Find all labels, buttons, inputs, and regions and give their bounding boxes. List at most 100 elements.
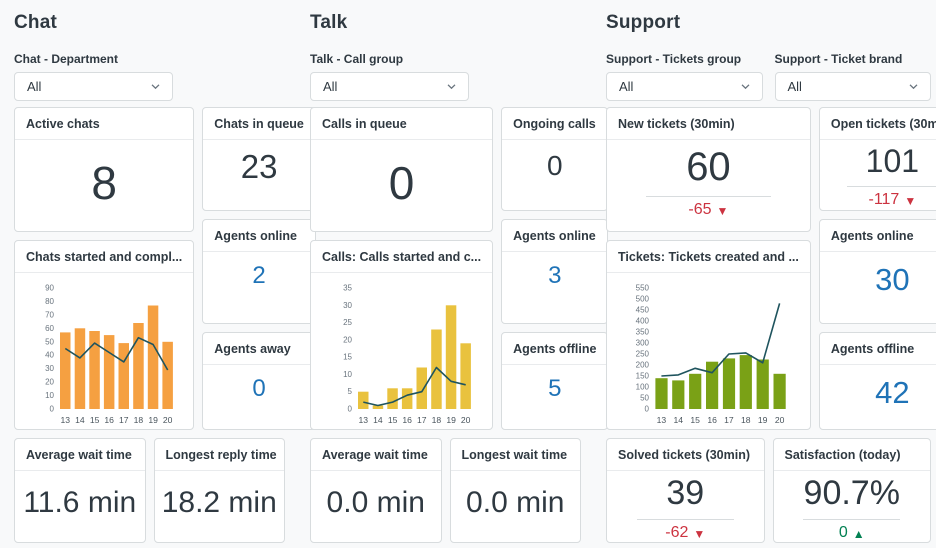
talk-longest-wait-value: 0.0 min: [466, 486, 565, 519]
trend-down-icon: ▼: [693, 526, 706, 541]
svg-text:14: 14: [373, 415, 383, 425]
chat-agents-away-value: 0: [252, 375, 266, 402]
delta-divider: [803, 519, 901, 521]
chat-department-dropdown[interactable]: All: [14, 72, 173, 101]
new-tickets-card: New tickets (30min) 60 -65 ▼: [606, 107, 811, 232]
satisfaction-delta-value: 0: [838, 524, 848, 542]
talk-call-group-filter: Talk - Call group All: [310, 52, 469, 101]
tickets-created-solved-chart: 0 50 100 150 200 250 300 350 400 450 500 550 13 14 15 1…: [636, 284, 787, 425]
svg-text:10: 10: [45, 391, 54, 400]
support-ticket-brand-filter-label: Support - Ticket brand: [774, 52, 903, 66]
talk-average-wait-card: Average wait time 0.0 min: [310, 438, 442, 543]
chat-longest-reply-card: Longest reply time 18.2 min: [153, 438, 285, 543]
svg-text:100: 100: [636, 383, 650, 392]
svg-text:14: 14: [674, 415, 684, 425]
svg-text:80: 80: [45, 297, 54, 306]
support-agents-online-card: Agents online 30: [818, 219, 936, 324]
svg-text:200: 200: [636, 361, 650, 370]
svg-text:15: 15: [691, 415, 701, 425]
svg-text:19: 19: [148, 415, 158, 425]
support-agents-offline-card: Agents offline 42: [818, 332, 936, 430]
svg-text:25: 25: [343, 318, 352, 327]
svg-text:17: 17: [725, 415, 735, 425]
new-tickets-value: 60: [686, 145, 731, 189]
chat-agents-online-value: 2: [252, 262, 266, 289]
support-tickets-group-dropdown[interactable]: All: [606, 72, 763, 101]
solved-tickets-title: Solved tickets (30min): [607, 439, 764, 471]
svg-text:400: 400: [636, 317, 650, 326]
new-tickets-title: New tickets (30min): [607, 108, 810, 140]
support-agents-offline-title: Agents offline: [819, 333, 936, 365]
calls-in-queue-title: Calls in queue: [311, 108, 493, 140]
svg-text:18: 18: [431, 415, 441, 425]
support-tickets-group-filter-label: Support - Tickets group: [606, 52, 742, 66]
chats-in-queue-title: Chats in queue: [203, 108, 315, 140]
trend-down-icon: ▼: [716, 203, 729, 218]
svg-text:18: 18: [741, 415, 751, 425]
svg-text:17: 17: [417, 415, 427, 425]
trend-down-icon: ▼: [904, 193, 917, 208]
chat-agents-away-title: Agents away: [203, 333, 315, 365]
svg-text:20: 20: [45, 378, 54, 387]
svg-text:50: 50: [45, 337, 54, 346]
ongoing-calls-card: Ongoing calls 0: [501, 107, 609, 211]
talk-call-group-filter-label: Talk - Call group: [310, 52, 404, 66]
svg-text:40: 40: [45, 351, 54, 360]
chevron-down-icon: [447, 84, 456, 90]
talk-section-title: Talk: [310, 12, 348, 33]
svg-text:16: 16: [402, 415, 412, 425]
chat-agents-online-card: Agents online 2: [202, 219, 316, 324]
section-chat: Chat Chat - Department All Active chats …: [14, 12, 316, 543]
active-chats-title: Active chats: [15, 108, 194, 140]
satisfaction-card: Satisfaction (today) 90.7% 0 ▲: [772, 438, 931, 543]
support-section-title: Support: [606, 12, 681, 33]
svg-text:13: 13: [358, 415, 368, 425]
chat-longest-reply-value: 18.2 min: [161, 486, 277, 519]
talk-call-group-dropdown-value: All: [323, 79, 338, 94]
svg-text:20: 20: [775, 415, 785, 425]
support-ticket-brand-dropdown-value: All: [787, 79, 802, 94]
svg-text:18: 18: [134, 415, 144, 425]
support-ticket-brand-filter: Support - Ticket brand All: [774, 52, 931, 101]
solved-tickets-card: Solved tickets (30min) 39 -62 ▼: [606, 438, 765, 543]
chat-average-wait-title: Average wait time: [15, 439, 145, 471]
chevron-down-icon: [151, 84, 160, 90]
svg-text:16: 16: [708, 415, 718, 425]
svg-text:15: 15: [90, 415, 100, 425]
svg-text:150: 150: [636, 372, 650, 381]
svg-text:450: 450: [636, 306, 650, 315]
open-tickets-title: Open tickets (30min): [819, 108, 936, 140]
chevron-down-icon: [741, 84, 749, 90]
new-tickets-delta-value: -65: [688, 201, 712, 218]
talk-agents-online-card: Agents online 3: [501, 219, 609, 324]
svg-text:250: 250: [636, 350, 650, 359]
svg-text:350: 350: [636, 328, 650, 337]
calls-started-completed-chart: 0 5 10 15 20 25 30 35 13 14 15 16 17 18 19 20: [343, 284, 471, 425]
svg-text:60: 60: [45, 324, 54, 333]
talk-longest-wait-card: Longest wait time 0.0 min: [449, 438, 581, 543]
satisfaction-value: 90.7%: [803, 474, 900, 512]
svg-text:0: 0: [645, 405, 650, 414]
svg-text:17: 17: [119, 415, 129, 425]
chat-section-title: Chat: [14, 12, 58, 33]
svg-text:19: 19: [758, 415, 768, 425]
chats-in-queue-value: 23: [240, 148, 278, 185]
satisfaction-title: Satisfaction (today): [773, 439, 930, 471]
svg-text:30: 30: [45, 364, 54, 373]
talk-average-wait-value: 0.0 min: [326, 486, 425, 519]
trend-up-icon: ▲: [852, 526, 865, 541]
solved-tickets-delta: -62 ▼: [607, 524, 764, 542]
talk-call-group-dropdown[interactable]: All: [310, 72, 469, 101]
svg-text:0: 0: [347, 405, 352, 414]
support-ticket-brand-dropdown[interactable]: All: [774, 72, 931, 101]
support-agents-online-title: Agents online: [819, 220, 936, 252]
dashboard: Chat Chat - Department All Active chats …: [14, 12, 936, 543]
svg-text:500: 500: [636, 295, 650, 304]
svg-text:70: 70: [45, 310, 54, 319]
satisfaction-delta: 0 ▲: [774, 524, 931, 542]
open-tickets-card: Open tickets (30min) 101 -117 ▼: [818, 107, 936, 211]
tickets-chart-card: Tickets: Tickets created and ... 0 50 100 1…: [606, 240, 811, 430]
chats-chart-card: Chats started and compl... 0 10 20 30 40 50 60…: [14, 240, 195, 430]
svg-text:300: 300: [636, 339, 650, 348]
solved-tickets-value: 39: [666, 474, 705, 512]
